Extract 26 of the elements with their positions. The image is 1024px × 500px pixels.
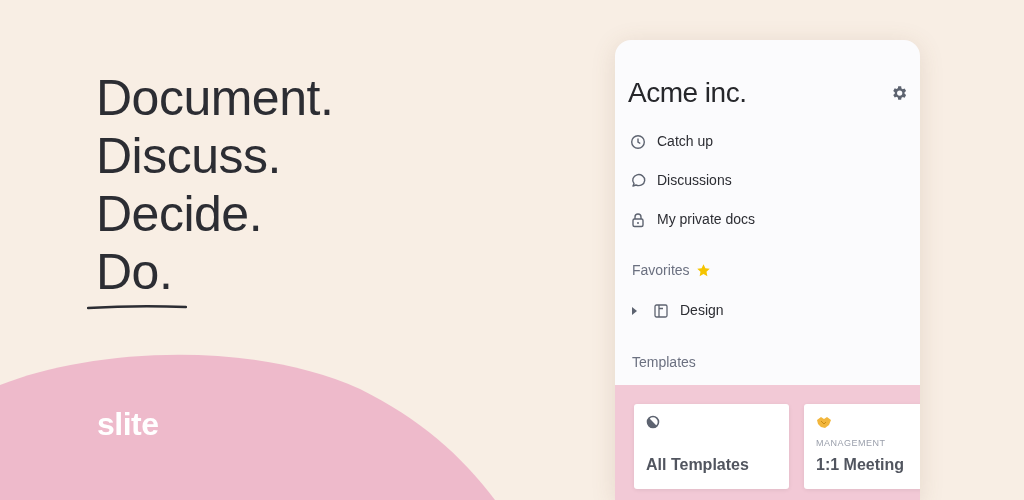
headline-line: Document. [96,70,334,126]
nav-item[interactable]: My private docs [630,209,756,230]
nav-item[interactable]: Catch up [630,131,714,152]
favorite-item[interactable]: Design [632,300,724,321]
headline-line: Do. [96,244,173,300]
handshake-icon [816,415,832,429]
template-title: All Templates [646,455,749,475]
logo-wordmark: slite [97,406,159,442]
template-card[interactable]: All Templates [634,404,789,489]
lock-icon [630,211,646,228]
document-icon [654,303,668,318]
speech-bubble-icon [630,172,646,189]
half-circle-icon [646,415,662,429]
section-label: Favorites [632,261,690,280]
template-card[interactable]: MANAGEMENT 1:1 Meeting [804,404,920,489]
template-title: 1:1 Meeting [816,455,904,475]
headline-line: Discuss. [96,128,281,184]
template-category: MANAGEMENT [816,436,886,450]
headline-line: Decide. [96,186,263,242]
clock-icon [630,133,646,150]
caret-icon[interactable] [632,306,638,315]
section-label: Templates [631,353,697,372]
star-icon [695,263,711,278]
settings-icon[interactable] [890,84,908,102]
nav-item[interactable]: Discussions [630,170,732,191]
workspace-title: Acme inc. [628,76,747,110]
